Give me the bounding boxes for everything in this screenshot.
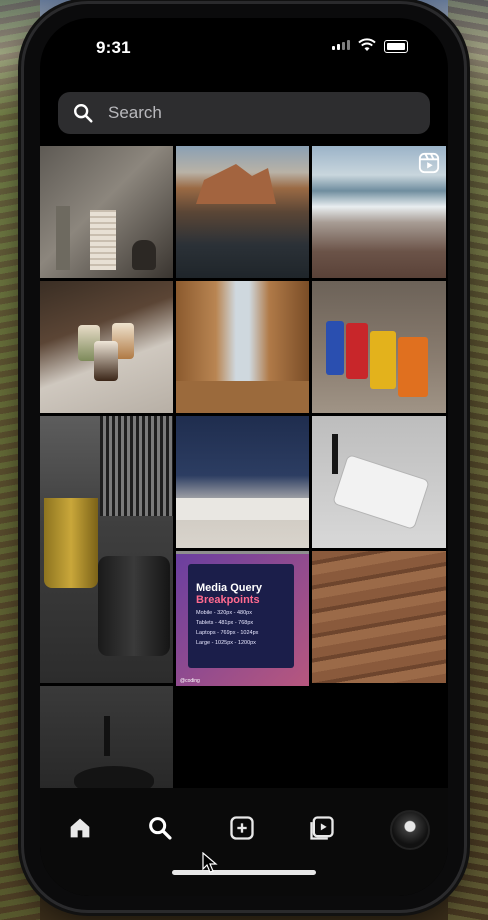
media-query-title: Media Query bbox=[196, 582, 263, 594]
post-handle: @coding bbox=[180, 678, 200, 684]
red-sink bbox=[346, 323, 368, 379]
grid-tile-colorful-sinks[interactable] bbox=[312, 281, 446, 413]
phone-frame: 9:31 Search Media Query Breakpoints Mobi… bbox=[24, 4, 464, 910]
reels-tab-icon bbox=[310, 816, 334, 840]
grid-tile-media-query[interactable]: Media Query Breakpoints Mobile - 320px -… bbox=[176, 554, 309, 686]
add-post-icon bbox=[230, 816, 254, 840]
vessel-sink bbox=[332, 453, 430, 531]
pedestal-sink bbox=[90, 210, 116, 270]
status-time: 9:31 bbox=[96, 38, 131, 57]
search-tab-icon bbox=[149, 817, 172, 840]
grid-tile-deck[interactable] bbox=[312, 551, 446, 683]
home-icon bbox=[70, 818, 90, 838]
search-input[interactable]: Search bbox=[108, 103, 162, 123]
tab-home[interactable] bbox=[66, 814, 94, 842]
grid-tile-rocks[interactable] bbox=[176, 146, 309, 278]
explore-grid bbox=[40, 146, 448, 818]
wifi-icon bbox=[358, 38, 376, 51]
grid-tile-beach[interactable] bbox=[312, 146, 446, 278]
marble-island bbox=[176, 498, 309, 520]
grid-tile-vessel-sink[interactable] bbox=[312, 416, 446, 548]
status-bar: 9:31 bbox=[40, 18, 448, 78]
media-query-subtitle: Breakpoints bbox=[196, 594, 260, 606]
rock-formation bbox=[196, 164, 276, 204]
tab-reels[interactable] bbox=[308, 814, 336, 842]
search-bar[interactable]: Search bbox=[58, 92, 430, 134]
grid-tile-kitchen[interactable] bbox=[176, 416, 309, 548]
phone-screen: 9:31 Search Media Query Breakpoints Mobi… bbox=[40, 18, 448, 896]
gold-basin bbox=[44, 498, 98, 588]
breakpoint-mobile: Mobile - 320px - 480px bbox=[196, 610, 252, 616]
tab-search[interactable] bbox=[146, 814, 174, 842]
tab-create[interactable] bbox=[228, 814, 256, 842]
media-query-card: Media Query Breakpoints Mobile - 320px -… bbox=[188, 564, 294, 668]
cellular-signal-icon bbox=[332, 40, 350, 50]
yellow-sink bbox=[370, 331, 396, 389]
coffee-glass bbox=[94, 341, 118, 381]
grid-tile-canyon[interactable] bbox=[176, 281, 309, 413]
canyon-floor bbox=[176, 381, 309, 413]
breakpoint-large: Large - 1025px - 1200px bbox=[196, 640, 256, 646]
slatted-wall bbox=[100, 416, 173, 516]
battery-icon bbox=[384, 40, 408, 53]
stool bbox=[132, 240, 156, 270]
orange-sink bbox=[398, 337, 428, 397]
dark-faucet bbox=[104, 716, 110, 756]
blue-sink bbox=[326, 321, 344, 375]
faucet bbox=[332, 434, 338, 474]
reels-icon bbox=[418, 152, 440, 174]
bottom-tab-bar bbox=[40, 788, 448, 896]
black-basin bbox=[98, 556, 170, 656]
mouse-cursor-icon bbox=[202, 852, 218, 873]
home-indicator bbox=[172, 870, 316, 875]
search-icon bbox=[74, 104, 93, 123]
grid-tile-lattes[interactable] bbox=[40, 281, 173, 413]
breakpoint-tablets: Tablets - 481px - 768px bbox=[196, 620, 254, 626]
vase bbox=[56, 206, 70, 270]
breakpoint-laptops: Laptops - 769px - 1024px bbox=[196, 630, 259, 636]
profile-avatar[interactable] bbox=[390, 810, 430, 850]
grid-tile-gold-basin[interactable] bbox=[40, 416, 173, 683]
grid-tile-bathroom[interactable] bbox=[40, 146, 173, 278]
